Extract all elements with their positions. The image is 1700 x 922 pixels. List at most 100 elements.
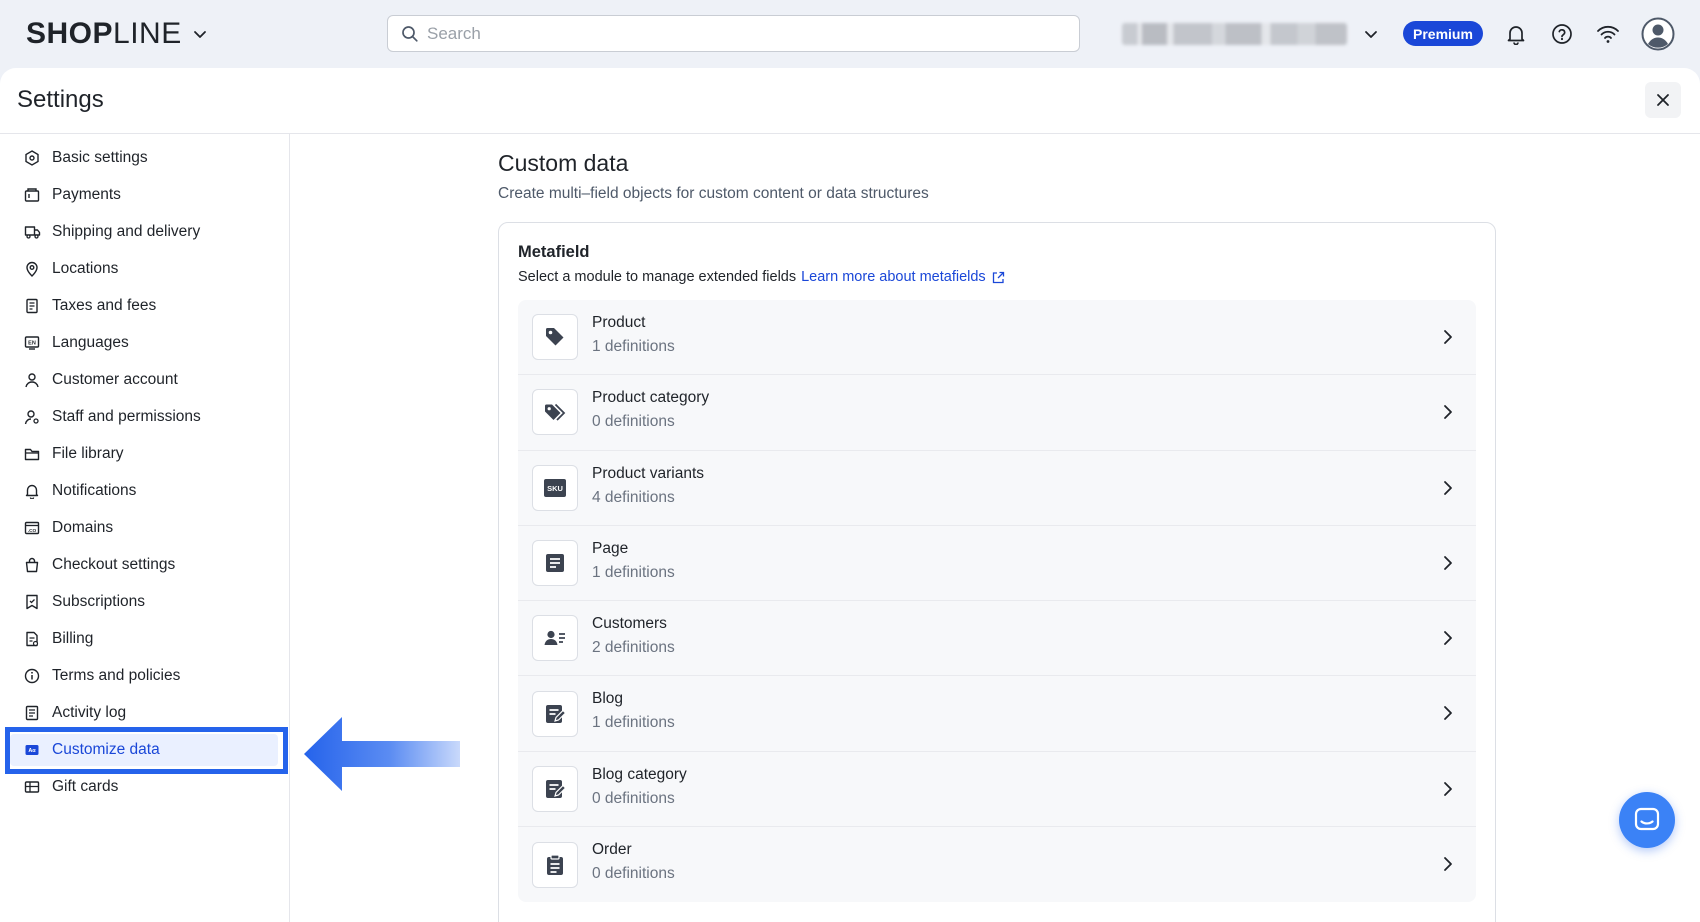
module-row-customers[interactable]: Customers 2 definitions	[518, 601, 1476, 677]
search-input[interactable]	[427, 23, 1027, 44]
domain-icon: .CO	[23, 519, 41, 537]
sidebar-item-label: Payments	[52, 186, 121, 203]
search-bar[interactable]	[387, 15, 1080, 52]
sidebar-item-file-library[interactable]: File library	[10, 438, 278, 470]
sidebar-item-domains[interactable]: .CO Domains	[10, 512, 278, 544]
sidebar-item-label: Taxes and fees	[52, 297, 157, 314]
card-subtitle-text: Select a module to manage extended field…	[518, 269, 797, 285]
chevron-right-icon	[1444, 480, 1452, 495]
sidebar-item-activity-log[interactable]: Activity log	[10, 697, 278, 729]
module-count: 1 definitions	[592, 563, 675, 581]
info-icon	[23, 667, 41, 685]
chevron-right-icon	[1444, 330, 1452, 344]
sidebar-item-label: Shipping and delivery	[52, 223, 201, 240]
sidebar-item-label: Billing	[52, 630, 94, 647]
module-name: Product variants	[592, 464, 704, 482]
settings-hex-icon	[23, 149, 41, 167]
module-row-page[interactable]: Page 1 definitions	[518, 526, 1476, 602]
customer-card-icon	[532, 615, 578, 662]
chevron-down-icon	[193, 31, 206, 38]
account-avatar-button[interactable]	[1640, 16, 1676, 52]
wifi-icon	[1597, 25, 1619, 43]
user-icon	[23, 371, 41, 389]
notifications-button[interactable]	[1502, 20, 1530, 48]
sidebar-item-label: Customize data	[52, 741, 160, 758]
external-link-icon	[992, 271, 1004, 283]
sidebar-item-label: Subscriptions	[52, 593, 146, 610]
page-icon	[532, 540, 578, 587]
module-row-order[interactable]: Order 0 definitions	[518, 827, 1476, 902]
top-bar: SHOPLINE Premium	[0, 0, 1700, 68]
module-count: 4 definitions	[592, 488, 675, 506]
bell-icon	[1507, 26, 1525, 45]
plan-badge[interactable]: Premium	[1403, 21, 1483, 46]
svg-text:EN: EN	[28, 341, 36, 347]
folder-icon	[23, 445, 41, 463]
close-icon	[1657, 94, 1669, 106]
blog-edit-icon	[532, 690, 578, 737]
sidebar-item-checkout-settings[interactable]: Checkout settings	[10, 549, 278, 581]
module-name: Customers	[592, 615, 667, 633]
sidebar-item-taxes-and-fees[interactable]: Taxes and fees	[10, 290, 278, 322]
sidebar-item-label: Notifications	[52, 482, 137, 499]
section-subtitle: Create multi–field objects for custom co…	[498, 185, 929, 202]
sidebar-item-customer-account[interactable]: Customer account	[10, 364, 278, 396]
chevron-right-icon	[1444, 405, 1452, 420]
sidebar-item-label: Checkout settings	[52, 556, 176, 573]
module-row-blog[interactable]: Blog 1 definitions	[518, 676, 1476, 752]
close-settings-button[interactable]	[1645, 82, 1681, 118]
network-status-button[interactable]	[1594, 20, 1622, 48]
module-name: Product	[592, 314, 646, 331]
sku-icon: SKU	[532, 464, 578, 511]
clipboard-icon	[532, 841, 578, 888]
module-row-product-variants[interactable]: SKU Product variants 4 definitions	[518, 451, 1476, 526]
sidebar-item-billing[interactable]: Billing	[10, 623, 278, 655]
sidebar-item-languages[interactable]: EN Languages	[10, 327, 278, 359]
chevron-right-icon	[1444, 706, 1452, 721]
chevron-right-icon	[1444, 555, 1452, 570]
help-icon	[1552, 24, 1572, 44]
log-icon	[23, 704, 41, 722]
sidebar-item-gift-cards[interactable]: Gift cards	[10, 771, 278, 803]
sidebar-item-terms-and-policies[interactable]: Terms and policies	[10, 660, 278, 692]
custom-data-icon: Aα	[23, 741, 41, 759]
sidebar-item-locations[interactable]: Locations	[10, 253, 278, 285]
sidebar-item-label: Domains	[52, 519, 114, 536]
module-name: Product category	[592, 389, 710, 407]
help-button[interactable]	[1548, 20, 1576, 48]
learn-more-link[interactable]: Learn more about metafields	[801, 269, 1005, 285]
wallet-icon	[23, 186, 41, 204]
chevron-right-icon	[1444, 631, 1452, 646]
sidebar-item-label: Customer account	[52, 371, 178, 388]
sidebar-item-notifications[interactable]: Notifications	[10, 475, 278, 507]
live-chat-button[interactable]	[1619, 792, 1675, 848]
sidebar-item-label: Terms and policies	[52, 667, 181, 684]
module-name: Blog	[592, 690, 624, 708]
sidebar-item-shipping-and-delivery[interactable]: Shipping and delivery	[10, 216, 278, 248]
module-count: 0 definitions	[592, 789, 675, 807]
sidebar-item-customize-data[interactable]: Aα Customize data	[10, 734, 278, 766]
store-logo-switcher[interactable]: SHOPLINE	[26, 16, 208, 52]
sidebar-item-subscriptions[interactable]: Subscriptions	[10, 586, 278, 618]
sidebar-item-basic-settings[interactable]: Basic settings	[10, 142, 278, 174]
module-row-blog-category[interactable]: Blog category 0 definitions	[518, 752, 1476, 828]
sidebar-item-label: File library	[52, 445, 124, 462]
settings-header: Settings	[0, 68, 1700, 134]
truck-icon	[23, 223, 41, 241]
module-name: Order	[592, 841, 632, 859]
module-count: 1 definitions	[592, 714, 675, 732]
sidebar-item-staff-and-permissions[interactable]: Staff and permissions	[10, 401, 278, 433]
bell-icon	[23, 482, 41, 500]
card-title: Metafield	[518, 243, 590, 261]
module-count: 0 definitions	[592, 413, 675, 431]
module-row-product[interactable]: Product 1 definitions	[518, 300, 1476, 376]
sidebar-item-label: Staff and permissions	[52, 408, 201, 425]
sidebar-item-payments[interactable]: Payments	[10, 179, 278, 211]
bag-icon	[23, 556, 41, 574]
module-row-product-category[interactable]: Product category 0 definitions	[518, 375, 1476, 451]
section-title: Custom data	[498, 150, 629, 176]
subscription-icon	[23, 593, 41, 611]
store-switcher[interactable]	[1122, 20, 1379, 48]
tag-icon	[532, 314, 578, 361]
module-name: Blog category	[592, 765, 687, 783]
